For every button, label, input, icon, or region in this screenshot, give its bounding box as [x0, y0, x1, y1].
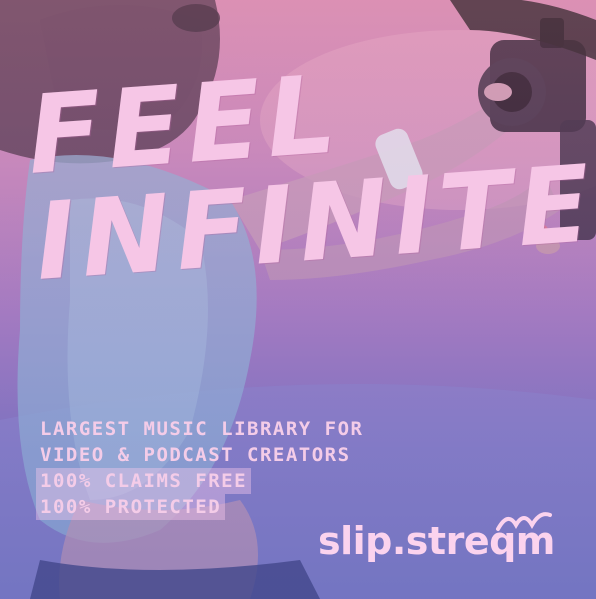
headline-line-2: INFINITE: [31, 142, 596, 305]
brand-logo: slip.streqm: [318, 512, 555, 563]
tagline-line-1: LARGEST MUSIC LIBRARY FOR: [40, 418, 364, 440]
tagline-line-2: VIDEO & PODCAST CREATORS: [40, 444, 351, 466]
ad-banner: FEEL INFINITE LARGEST MUSIC LIBRARY FOR …: [0, 0, 596, 599]
claims-free-badge: 100% CLAIMS FREE: [36, 468, 252, 494]
protected-badge: 100% PROTECTED: [36, 494, 226, 520]
logo-swoosh-icon: [496, 512, 552, 531]
tagline: LARGEST MUSIC LIBRARY FOR VIDEO & PODCAS…: [36, 416, 364, 520]
headline: FEEL INFINITE: [24, 52, 596, 305]
